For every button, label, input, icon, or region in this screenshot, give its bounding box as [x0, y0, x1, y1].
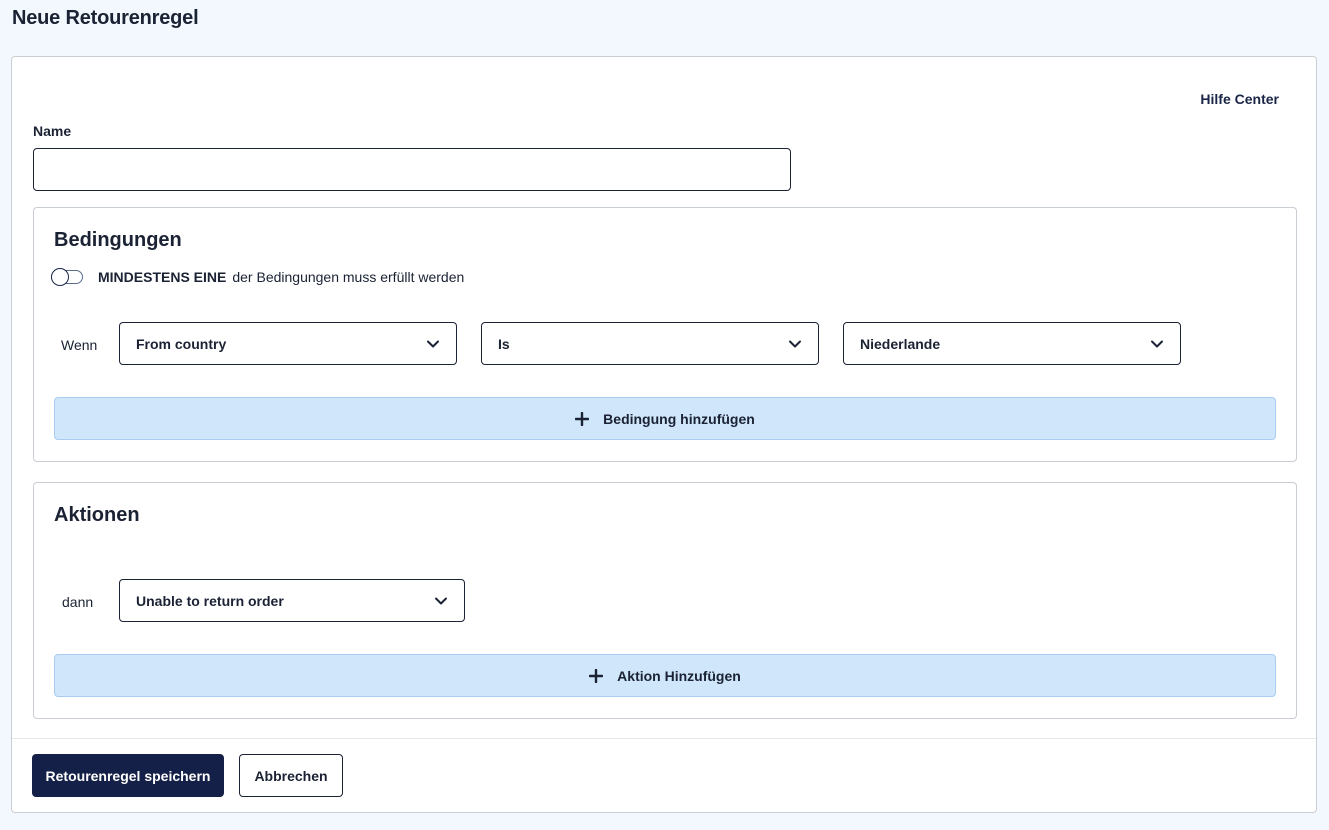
name-label: Name: [33, 123, 72, 139]
match-mode-strong: MINDESTENS EINE: [98, 269, 227, 285]
add-condition-label: Bedingung hinzufügen: [603, 410, 755, 427]
conditions-title: Bedingungen: [54, 229, 182, 251]
name-input[interactable]: [33, 148, 791, 191]
condition-operator-value: Is: [498, 335, 510, 352]
save-rule-button[interactable]: Retourenregel speichern: [32, 754, 224, 797]
chevron-down-icon: [435, 597, 447, 604]
plus-icon: [589, 668, 604, 683]
condition-field-select[interactable]: From country: [119, 322, 457, 365]
cancel-button[interactable]: Abbrechen: [239, 754, 343, 797]
condition-value-value: Niederlande: [860, 335, 941, 352]
help-center-link[interactable]: Hilfe Center: [1200, 91, 1279, 107]
actions-title: Aktionen: [54, 504, 140, 526]
action-row-label: dann: [62, 594, 94, 610]
condition-row-label: Wenn: [61, 337, 98, 353]
match-mode-row: MINDESTENS EINE der Bedingungen muss erf…: [51, 268, 464, 286]
chevron-down-icon: [789, 340, 801, 347]
condition-operator-select[interactable]: Is: [481, 322, 819, 365]
add-action-button[interactable]: Aktion Hinzufügen: [54, 654, 1276, 697]
action-select[interactable]: Unable to return order: [119, 579, 465, 622]
chevron-down-icon: [1151, 340, 1163, 347]
plus-icon: [575, 411, 590, 426]
page-title: Neue Retourenregel: [12, 7, 199, 29]
add-action-label: Aktion Hinzufügen: [617, 667, 741, 684]
footer-divider: [12, 738, 1316, 739]
condition-value-select[interactable]: Niederlande: [843, 322, 1181, 365]
match-mode-toggle[interactable]: [51, 268, 83, 286]
action-value: Unable to return order: [136, 592, 284, 609]
conditions-section: Bedingungen MINDESTENS EINE der Bedingun…: [33, 207, 1297, 462]
add-condition-button[interactable]: Bedingung hinzufügen: [54, 397, 1276, 440]
actions-section: Aktionen dann Unable to return order Akt…: [33, 482, 1297, 719]
chevron-down-icon: [427, 340, 439, 347]
rule-form-card: Hilfe Center Name Bedingungen MINDESTENS…: [11, 56, 1317, 813]
condition-field-value: From country: [136, 335, 227, 352]
match-mode-text: der Bedingungen muss erfüllt werden: [232, 269, 465, 285]
toggle-knob: [51, 268, 69, 286]
